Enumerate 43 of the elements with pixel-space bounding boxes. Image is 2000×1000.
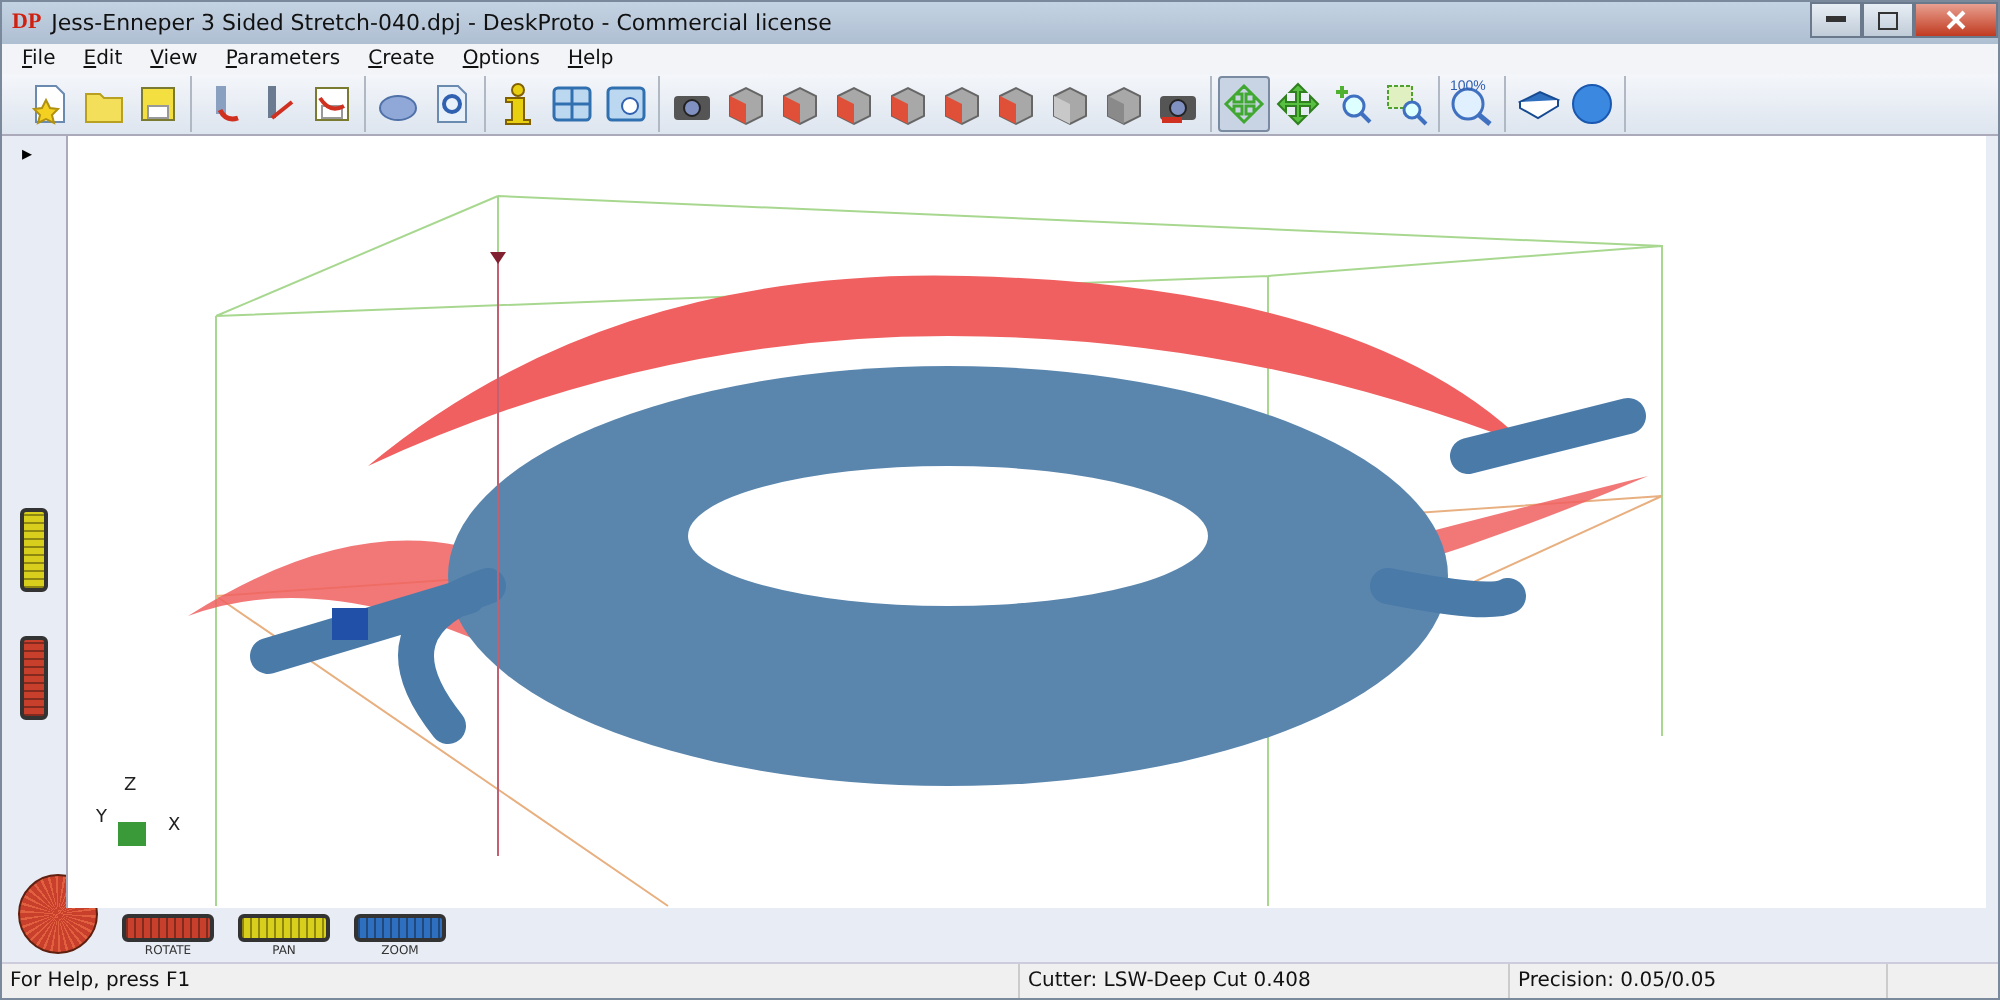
layout-icon bbox=[550, 82, 594, 127]
cube-view-icon bbox=[832, 82, 876, 127]
zoom-all-icon bbox=[1450, 82, 1494, 127]
menu-item[interactable]: Parameters bbox=[213, 47, 353, 70]
app-logo: DP bbox=[12, 10, 42, 35]
axis-label: X bbox=[168, 816, 181, 837]
thumbwheel[interactable] bbox=[354, 913, 446, 942]
menu-item[interactable]: Edit bbox=[71, 47, 135, 70]
menu-item[interactable]: File bbox=[10, 47, 68, 70]
menu-item[interactable]: View bbox=[138, 47, 210, 70]
minimize-button[interactable] bbox=[1810, 2, 1862, 38]
thumbwheel[interactable] bbox=[20, 636, 48, 721]
thumbwheel[interactable] bbox=[122, 913, 214, 942]
window-title: Jess-Enneper 3 Sided Stretch-040.dpj - DeskProto - Commercial license bbox=[51, 9, 834, 36]
pan-icon bbox=[1276, 82, 1320, 127]
expand-arrow[interactable]: ▸ bbox=[2, 144, 33, 465]
menu-item[interactable]: Options bbox=[450, 47, 552, 70]
window-zoom-icon bbox=[604, 82, 648, 127]
status-text: For Help, press F1 bbox=[2, 963, 1020, 998]
axis-cube-icon bbox=[116, 820, 148, 849]
cube-view-icon bbox=[940, 82, 984, 127]
thumbwheel[interactable] bbox=[20, 508, 48, 593]
zoom-icon bbox=[1330, 82, 1374, 127]
close-icon bbox=[1946, 10, 1966, 30]
minimize-icon bbox=[1826, 16, 1846, 24]
cube-view-icon bbox=[886, 82, 930, 127]
cube-plain-icon bbox=[1048, 82, 1092, 127]
menu-item[interactable]: Create bbox=[356, 47, 447, 70]
cube-view-icon bbox=[724, 82, 768, 127]
menu-item[interactable]: Help bbox=[555, 47, 626, 70]
close-button[interactable] bbox=[1914, 2, 1998, 38]
status-text: Precision: 0.05/0.05 bbox=[1510, 963, 1888, 998]
axis-label: Z bbox=[124, 776, 137, 797]
maximize-button[interactable] bbox=[1862, 2, 1914, 38]
toolpath-save-icon bbox=[310, 82, 354, 127]
maximize-icon bbox=[1878, 11, 1898, 29]
thumbwheel[interactable] bbox=[238, 913, 330, 942]
cube-view-icon bbox=[778, 82, 822, 127]
zoom-box-icon bbox=[1384, 82, 1428, 127]
cube-shaded-icon bbox=[1102, 82, 1146, 127]
status-text: Cutter: LSW-Deep Cut 0.408 bbox=[1020, 963, 1510, 998]
axis-label: Y bbox=[96, 808, 107, 829]
cube-view-icon bbox=[994, 82, 1038, 127]
